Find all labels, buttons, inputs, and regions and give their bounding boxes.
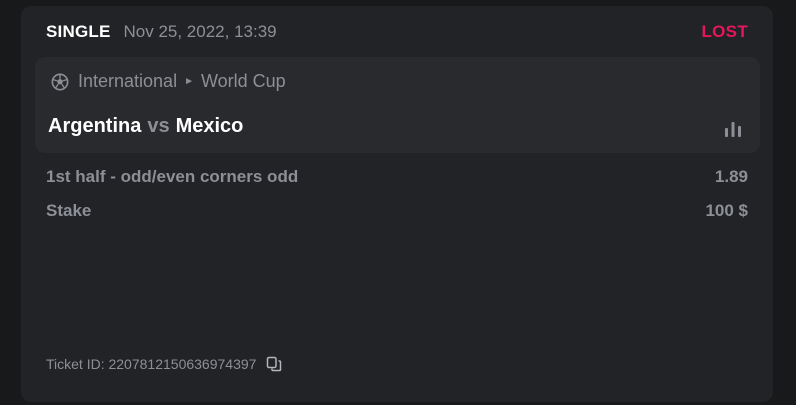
stake-row: Stake 100 $ [46, 201, 748, 221]
bet-card: SINGLE Nov 25, 2022, 13:39 LOST Internat… [21, 6, 773, 402]
bet-date: Nov 25, 2022, 13:39 [123, 22, 277, 41]
event-box[interactable]: International ► World Cup Argentina vs M… [35, 57, 760, 153]
match-title: Argentina vs Mexico [48, 115, 243, 138]
odds-value: 1.89 [714, 167, 748, 186]
soccer-ball-icon [51, 73, 69, 90]
ticket-id-row: Ticket ID: 2207812150636974397 [46, 356, 282, 372]
ticket-id: Ticket ID: 2207812150636974397 [46, 356, 257, 372]
region-label: International [78, 71, 178, 91]
stake-value: 100 $ [705, 201, 748, 220]
home-team: Argentina [48, 115, 142, 137]
chevron-right-icon: ► [184, 76, 194, 87]
selection-row: 1st half - odd/even corners odd 1.89 [46, 167, 748, 187]
bet-status-badge: LOST [701, 22, 748, 41]
league-breadcrumb: International ► World Cup [51, 71, 286, 92]
copy-icon[interactable] [266, 356, 282, 372]
bet-type: SINGLE [46, 22, 111, 41]
stake-label: Stake [46, 201, 92, 220]
market-label: 1st half - odd/even corners odd [46, 167, 299, 186]
league-label: World Cup [200, 71, 286, 91]
away-team: Mexico [175, 115, 244, 137]
vs-label: vs [147, 115, 170, 137]
bar-chart-icon[interactable] [724, 121, 742, 137]
bet-header: SINGLE Nov 25, 2022, 13:39 LOST [46, 20, 748, 44]
